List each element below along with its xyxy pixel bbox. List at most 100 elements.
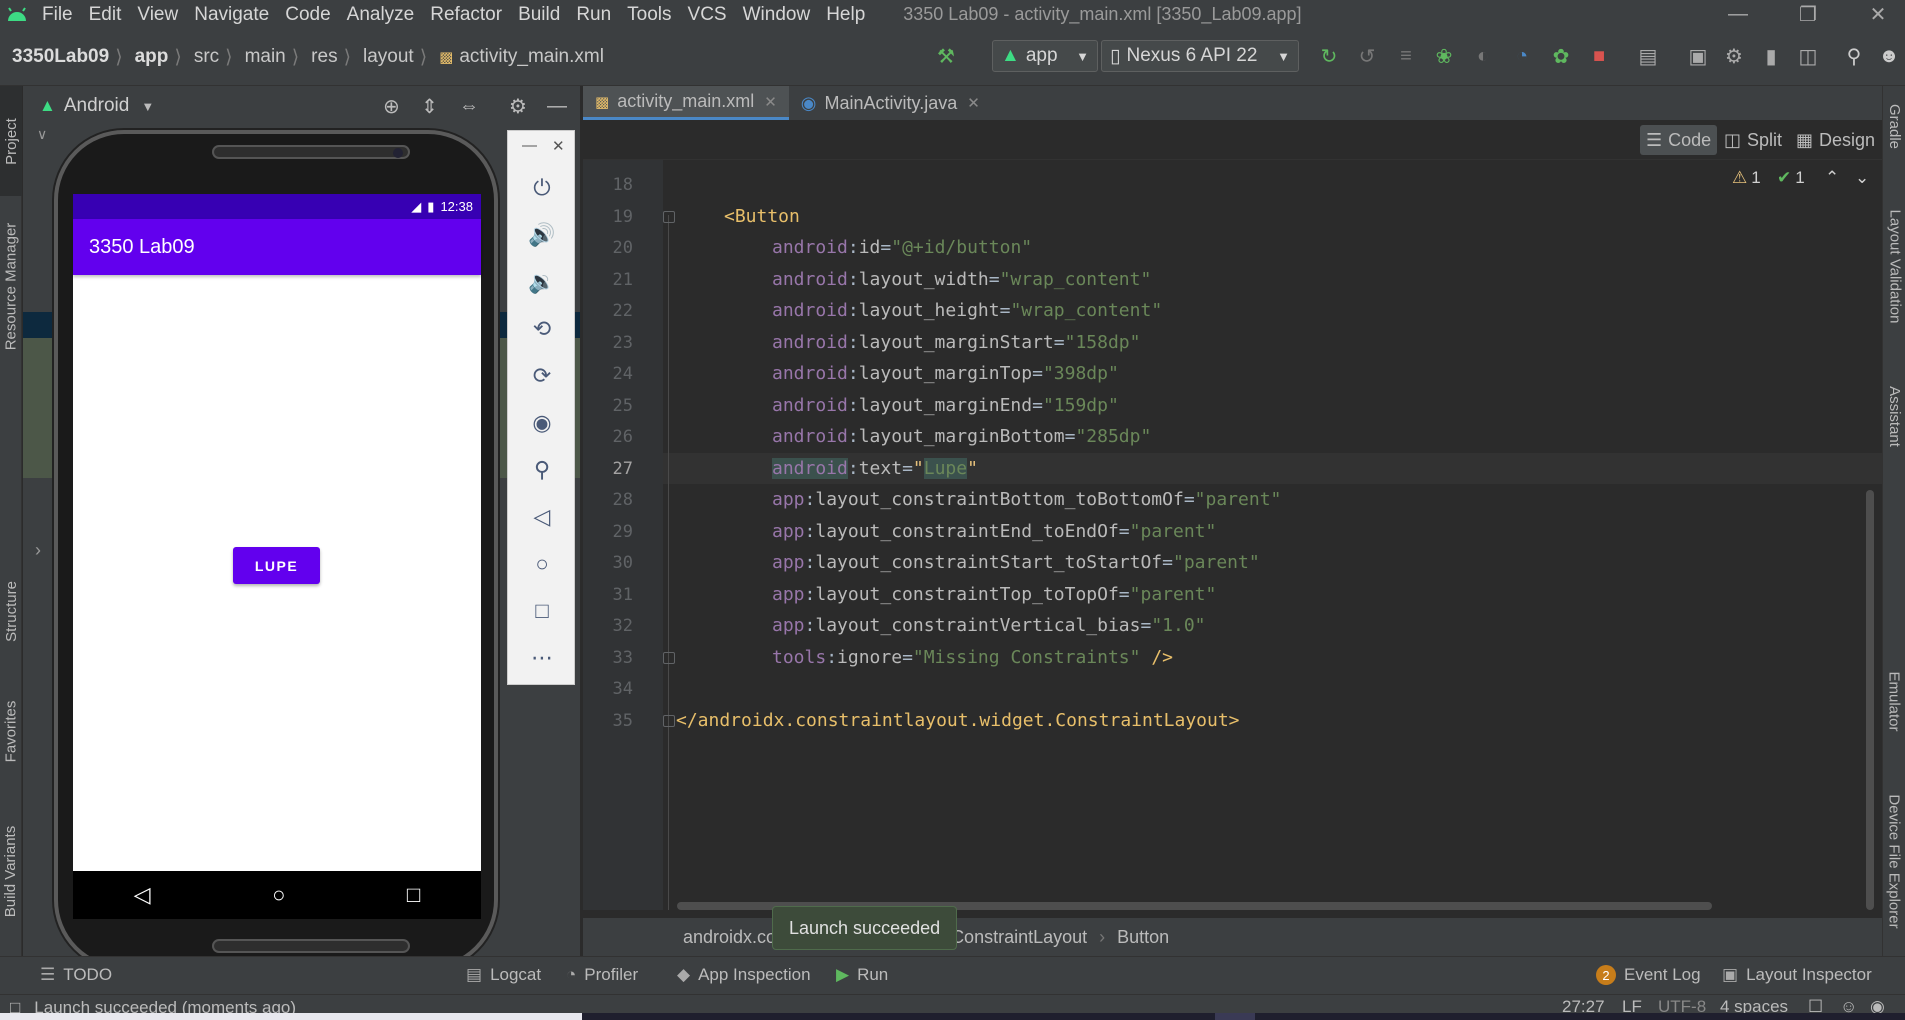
stop-icon[interactable]: ■	[1585, 42, 1613, 70]
menu-window[interactable]: Window	[735, 0, 819, 29]
tab-build-variants[interactable]: Build Variants	[0, 796, 22, 946]
expand-side-icon[interactable]: ›	[35, 540, 41, 561]
menu-navigate[interactable]: Navigate	[186, 0, 277, 29]
code-line-24[interactable]: android:layout_marginTop="398dp"	[772, 358, 1119, 389]
power-icon[interactable]: ⏻	[508, 173, 576, 203]
close-window-icon[interactable]: ✕	[1858, 0, 1898, 29]
breadcrumb-file[interactable]: ▩ activity_main.xml	[427, 46, 604, 68]
tab-mainactivity-java[interactable]: ◉ MainActivity.java ✕	[789, 86, 992, 120]
warnings-indicator[interactable]: ⚠ 1	[1732, 168, 1761, 188]
back-icon[interactable]: ◁	[134, 882, 151, 908]
code-line-23[interactable]: android:layout_marginStart="158dp"	[772, 327, 1140, 358]
sdk-manager-icon[interactable]: ◫	[1794, 42, 1822, 70]
recents-icon[interactable]: □	[407, 882, 420, 908]
fold-marker[interactable]	[663, 652, 675, 664]
rerun-icon[interactable]: ↻	[1315, 42, 1343, 70]
breadcrumb-button[interactable]: Button	[1117, 927, 1169, 948]
apply-code-changes-icon[interactable]: ≡	[1392, 42, 1420, 70]
breadcrumb-app[interactable]: app ⟩	[123, 46, 182, 69]
close-tab-icon[interactable]: ✕	[764, 93, 777, 111]
code-line-26[interactable]: android:layout_marginBottom="285dp"	[772, 421, 1151, 452]
code-line-19[interactable]: <Button	[724, 201, 800, 232]
code-line-25[interactable]: android:layout_marginEnd="159dp"	[772, 390, 1119, 421]
menu-code[interactable]: Code	[277, 0, 338, 29]
restore-icon[interactable]: ❐	[1788, 0, 1828, 29]
breadcrumb-src[interactable]: src ⟩	[182, 46, 233, 69]
layout-inspector-tool-button[interactable]: ▣ Layout Inspector	[1722, 958, 1872, 992]
device-manager-icon[interactable]: ▮	[1757, 42, 1785, 70]
avd-manager-icon[interactable]: ⚙	[1720, 42, 1748, 70]
next-highlight-icon[interactable]: ⌄	[1855, 168, 1869, 188]
account-icon[interactable]: ☻	[1875, 42, 1903, 70]
close-tab-icon[interactable]: ✕	[967, 94, 980, 112]
prev-highlight-icon[interactable]: ⌃	[1825, 168, 1839, 188]
hammer-icon[interactable]: ⚒	[932, 42, 960, 70]
sync-gradle-icon[interactable]: ▣	[1684, 42, 1712, 70]
menu-edit[interactable]: Edit	[81, 0, 130, 29]
tab-structure[interactable]: Structure	[0, 556, 22, 666]
menu-view[interactable]: View	[129, 0, 186, 29]
gear-icon[interactable]: ⚙	[509, 94, 527, 119]
locate-icon[interactable]: ⊕	[383, 94, 400, 119]
event-log-tool-button[interactable]: 2 Event Log	[1596, 958, 1701, 992]
tab-activity-main-xml[interactable]: ▩ activity_main.xml ✕	[583, 86, 789, 120]
code-line-27[interactable]: android:text="Lupe"	[772, 453, 978, 484]
menu-tools[interactable]: Tools	[619, 0, 679, 29]
breadcrumb-main[interactable]: main ⟩	[233, 46, 300, 69]
code-line-31[interactable]: app:layout_constraintTop_toTopOf="parent…	[772, 579, 1216, 610]
menu-file[interactable]: File	[34, 0, 81, 29]
menu-vcs[interactable]: VCS	[680, 0, 735, 29]
code-line-28[interactable]: app:layout_constraintBottom_toBottomOf="…	[772, 484, 1281, 515]
project-view-select[interactable]: Android	[64, 95, 130, 117]
hide-panel-icon[interactable]: —	[547, 95, 567, 118]
menu-help[interactable]: Help	[818, 0, 873, 29]
minimize-icon[interactable]: —	[1718, 0, 1758, 29]
code-line-35[interactable]: </androidx.constraintlayout.widget.Const…	[676, 705, 1240, 736]
debug-icon[interactable]: ❀	[1430, 42, 1458, 70]
coverage-icon[interactable]: ◐	[1469, 42, 1497, 70]
code-line-33[interactable]: tools:ignore="Missing Constraints" />	[772, 642, 1173, 673]
search-icon[interactable]: ⚲	[1840, 42, 1868, 70]
rotate-right-icon[interactable]: ⟳	[508, 361, 576, 391]
run-tool-button[interactable]: ▶ Run	[836, 958, 888, 992]
tab-device-file-explorer[interactable]: Device File Explorer	[1883, 766, 1905, 956]
camera-icon[interactable]: ◉	[508, 408, 576, 438]
tab-emulator[interactable]: Emulator	[1883, 646, 1905, 756]
app-inspection-tool-button[interactable]: ◆ App Inspection	[677, 958, 811, 992]
apply-changes-icon[interactable]: ↺	[1353, 42, 1381, 70]
volume-down-icon[interactable]: 🔉	[508, 267, 576, 297]
breadcrumb-project[interactable]: 3350Lab09 ⟩	[0, 46, 123, 69]
breadcrumb-res[interactable]: res ⟩	[299, 46, 351, 69]
expand-arrow-icon[interactable]: ∨	[37, 126, 47, 143]
tab-assistant[interactable]: Assistant	[1883, 366, 1905, 466]
ok-indicator[interactable]: ✔ 1	[1777, 168, 1805, 188]
code-line-30[interactable]: app:layout_constraintStart_toStartOf="pa…	[772, 547, 1260, 578]
breadcrumb-androidx[interactable]: androidx.co	[683, 927, 776, 948]
attach-debugger-icon[interactable]: ✿	[1547, 42, 1575, 70]
lupe-button[interactable]: LUPE	[233, 547, 320, 584]
vertical-scrollbar[interactable]	[1866, 490, 1874, 910]
expand-all-icon[interactable]: ⇕	[421, 94, 438, 119]
emu-overview-icon[interactable]: □	[508, 596, 576, 626]
fold-marker[interactable]	[663, 211, 675, 223]
emu-home-icon[interactable]: ○	[508, 549, 576, 579]
view-design-button[interactable]: ▦ Design	[1790, 125, 1881, 155]
collapse-all-icon[interactable]: ⇔	[459, 95, 479, 118]
emulator-minimize-icon[interactable]: —	[522, 137, 537, 154]
emulator-close-icon[interactable]: ✕	[552, 137, 565, 155]
zoom-icon[interactable]: ⚲	[508, 455, 576, 485]
tab-gradle[interactable]: Gradle	[1883, 86, 1905, 166]
code-line-20[interactable]: android:id="@+id/button"	[772, 232, 1032, 263]
menu-build[interactable]: Build	[510, 0, 568, 29]
device-select[interactable]: ▯ Nexus 6 API 22 ▼	[1101, 40, 1299, 72]
code-line-32[interactable]: app:layout_constraintVertical_bias="1.0"	[772, 610, 1206, 641]
code-line-21[interactable]: android:layout_width="wrap_content"	[772, 264, 1151, 295]
fold-marker[interactable]	[663, 715, 675, 727]
view-code-button[interactable]: ☰ Code	[1640, 125, 1718, 155]
rotate-left-icon[interactable]: ⟲	[508, 314, 576, 344]
menu-run[interactable]: Run	[568, 0, 619, 29]
todo-tool-button[interactable]: ☰ TODO	[40, 958, 112, 992]
home-icon[interactable]: ○	[272, 882, 285, 908]
breadcrumb-constraintlayout[interactable]: ConstraintLayout	[951, 927, 1087, 948]
emulator-screen[interactable]: ◢ ▮ 12:38 3350 Lab09 LUPE	[73, 194, 481, 871]
